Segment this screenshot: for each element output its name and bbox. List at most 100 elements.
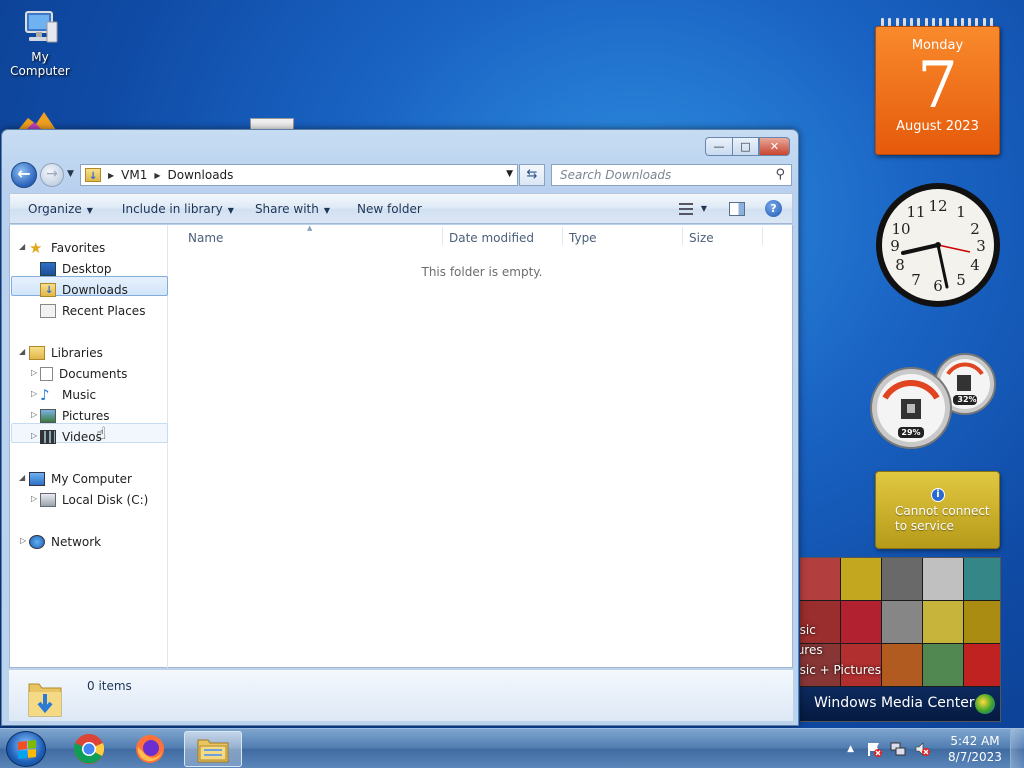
maximize-button[interactable]: □ xyxy=(732,137,759,156)
desktop-icon-label: My Computer xyxy=(10,50,70,78)
show-hidden-icons-icon[interactable]: ▲ xyxy=(847,744,854,754)
help-icon[interactable]: ? xyxy=(765,200,782,217)
media-menu: usic tures usic + Pictures xyxy=(800,620,881,680)
nav-favorites[interactable]: ★ Favorites xyxy=(29,238,105,258)
svg-text:8: 8 xyxy=(895,256,905,274)
libraries-icon xyxy=(29,346,45,360)
clock-date: 8/7/2023 xyxy=(948,750,1002,764)
svg-text:1: 1 xyxy=(956,203,966,221)
collapse-arrow-icon[interactable]: ◢ xyxy=(19,242,25,251)
chevron-down-icon: ▼ xyxy=(323,205,330,215)
search-icon[interactable]: ⚲ xyxy=(775,167,785,182)
media-menu-item[interactable]: tures xyxy=(800,640,881,660)
address-dropdown-icon[interactable]: ▼ xyxy=(506,169,513,179)
cpu-meter-gadget[interactable]: 32% 29% xyxy=(870,352,998,450)
taskbar-firefox[interactable] xyxy=(121,731,179,767)
downloads-folder-icon xyxy=(27,676,63,718)
clock-gadget[interactable]: 12 1 2 3 4 5 6 7 8 9 10 11 xyxy=(875,182,1001,308)
collapse-arrow-icon[interactable]: ◢ xyxy=(19,473,25,482)
nav-local-disk[interactable]: Local Disk (C:) xyxy=(40,490,148,510)
search-placeholder: Search Downloads xyxy=(560,168,672,182)
nav-network[interactable]: Network xyxy=(29,532,101,552)
svg-text:6: 6 xyxy=(933,277,943,295)
windows-logo-icon xyxy=(18,740,36,759)
address-bar[interactable]: ↓ ▶ VM1 ▶ Downloads ▼ xyxy=(80,164,518,186)
search-input[interactable]: Search Downloads ⚲ xyxy=(551,164,792,186)
system-tray: ▲ 5:42 AM 8/7/2023 xyxy=(847,729,1024,768)
clock-time: 5:42 AM xyxy=(950,734,1000,748)
desktop-icon-my-computer[interactable]: My Computer xyxy=(0,8,80,78)
breadcrumb-downloads[interactable]: Downloads xyxy=(168,168,234,182)
downloads-folder-icon: ↓ xyxy=(40,283,56,297)
chevron-down-icon: ▼ xyxy=(86,205,93,215)
expand-arrow-icon[interactable]: ▷ xyxy=(31,410,37,419)
navigation-row: ← → ▼ ↓ ▶ VM1 ▶ Downloads ▼ ⇆ Search Dow… xyxy=(2,162,798,188)
recent-pages-dropdown-icon[interactable]: ▼ xyxy=(67,169,74,179)
nav-my-computer[interactable]: My Computer xyxy=(29,469,132,489)
expand-arrow-icon[interactable]: ▷ xyxy=(31,389,37,398)
hand-cursor-icon: ☝ xyxy=(96,424,107,444)
desktop-icon-partial[interactable] xyxy=(16,110,60,130)
pictures-icon xyxy=(40,409,56,423)
window-controls: — □ ✕ xyxy=(705,137,790,156)
share-with-button[interactable]: Share with ▼ xyxy=(243,202,339,216)
change-view-icon[interactable] xyxy=(678,202,693,215)
nav-music[interactable]: ♪ Music xyxy=(40,385,96,405)
calendar-day: 7 xyxy=(917,49,958,123)
videos-icon xyxy=(40,430,56,444)
nav-downloads[interactable]: ↓ Downloads xyxy=(40,280,128,300)
media-center-gadget[interactable]: usic tures usic + Pictures Windows Media… xyxy=(800,557,1001,722)
column-name[interactable]: Name xyxy=(188,231,223,245)
taskbar-windows-explorer[interactable] xyxy=(184,731,242,767)
nav-desktop[interactable]: Desktop xyxy=(40,259,112,279)
windows-explorer-icon xyxy=(197,739,229,763)
back-button[interactable]: ← xyxy=(11,162,37,188)
taskbar-clock[interactable]: 5:42 AM 8/7/2023 xyxy=(940,733,1010,765)
column-type[interactable]: Type xyxy=(569,231,597,245)
nav-videos[interactable]: Videos xyxy=(40,427,102,447)
minimize-button[interactable]: — xyxy=(705,137,732,156)
taskbar-chrome[interactable] xyxy=(60,731,118,767)
media-center-logo-icon xyxy=(975,694,995,714)
drive-icon xyxy=(40,493,56,507)
breadcrumb-separator-icon[interactable]: ▶ xyxy=(108,171,114,180)
weather-message-line2: to service xyxy=(895,519,954,533)
breadcrumb-separator-icon[interactable]: ▶ xyxy=(154,171,160,180)
include-in-library-button[interactable]: Include in library ▼ xyxy=(102,202,243,216)
views-dropdown-icon[interactable]: ▼ xyxy=(701,204,707,213)
nav-libraries[interactable]: Libraries xyxy=(29,343,103,363)
expand-arrow-icon[interactable]: ▷ xyxy=(20,536,26,545)
collapse-arrow-icon[interactable]: ◢ xyxy=(19,347,25,356)
calendar-gadget[interactable]: Monday 7 August 2023 xyxy=(875,18,1000,155)
media-menu-item[interactable]: usic + Pictures xyxy=(800,660,881,680)
file-list[interactable]: ▲ Name Date modified Type Size This fold… xyxy=(169,224,793,668)
network-status-icon[interactable] xyxy=(890,741,906,757)
nav-recent-places[interactable]: Recent Places xyxy=(40,301,145,321)
show-desktop-button[interactable] xyxy=(1010,729,1024,768)
memory-percent: 32% xyxy=(957,395,977,404)
expand-arrow-icon[interactable]: ▷ xyxy=(31,431,37,440)
organize-button[interactable]: Organize ▼ xyxy=(10,202,102,216)
column-size[interactable]: Size xyxy=(689,231,714,245)
breadcrumb-vm1[interactable]: VM1 xyxy=(121,168,147,182)
nav-documents[interactable]: Documents xyxy=(40,364,127,384)
refresh-button[interactable]: ⇆ xyxy=(519,164,545,186)
calendar-month-year: August 2023 xyxy=(896,119,979,134)
expand-arrow-icon[interactable]: ▷ xyxy=(31,368,37,377)
volume-muted-icon[interactable] xyxy=(914,741,930,757)
action-center-icon[interactable] xyxy=(866,741,882,757)
sort-arrow-icon: ▲ xyxy=(307,224,313,232)
new-folder-button[interactable]: New folder xyxy=(339,202,431,216)
column-headers: ▲ Name Date modified Type Size xyxy=(169,224,793,249)
svg-text:7: 7 xyxy=(911,271,921,289)
media-menu-item[interactable]: usic xyxy=(800,620,881,640)
weather-gadget[interactable]: i Cannot connect to service xyxy=(875,471,1000,549)
preview-pane-icon[interactable] xyxy=(729,201,745,216)
forward-button[interactable]: → xyxy=(40,163,64,187)
column-date-modified[interactable]: Date modified xyxy=(449,231,534,245)
nav-pictures[interactable]: Pictures xyxy=(40,406,110,426)
close-button[interactable]: ✕ xyxy=(759,137,790,156)
media-center-title: Windows Media Center xyxy=(814,695,975,711)
expand-arrow-icon[interactable]: ▷ xyxy=(31,494,37,503)
start-button[interactable] xyxy=(6,731,46,767)
